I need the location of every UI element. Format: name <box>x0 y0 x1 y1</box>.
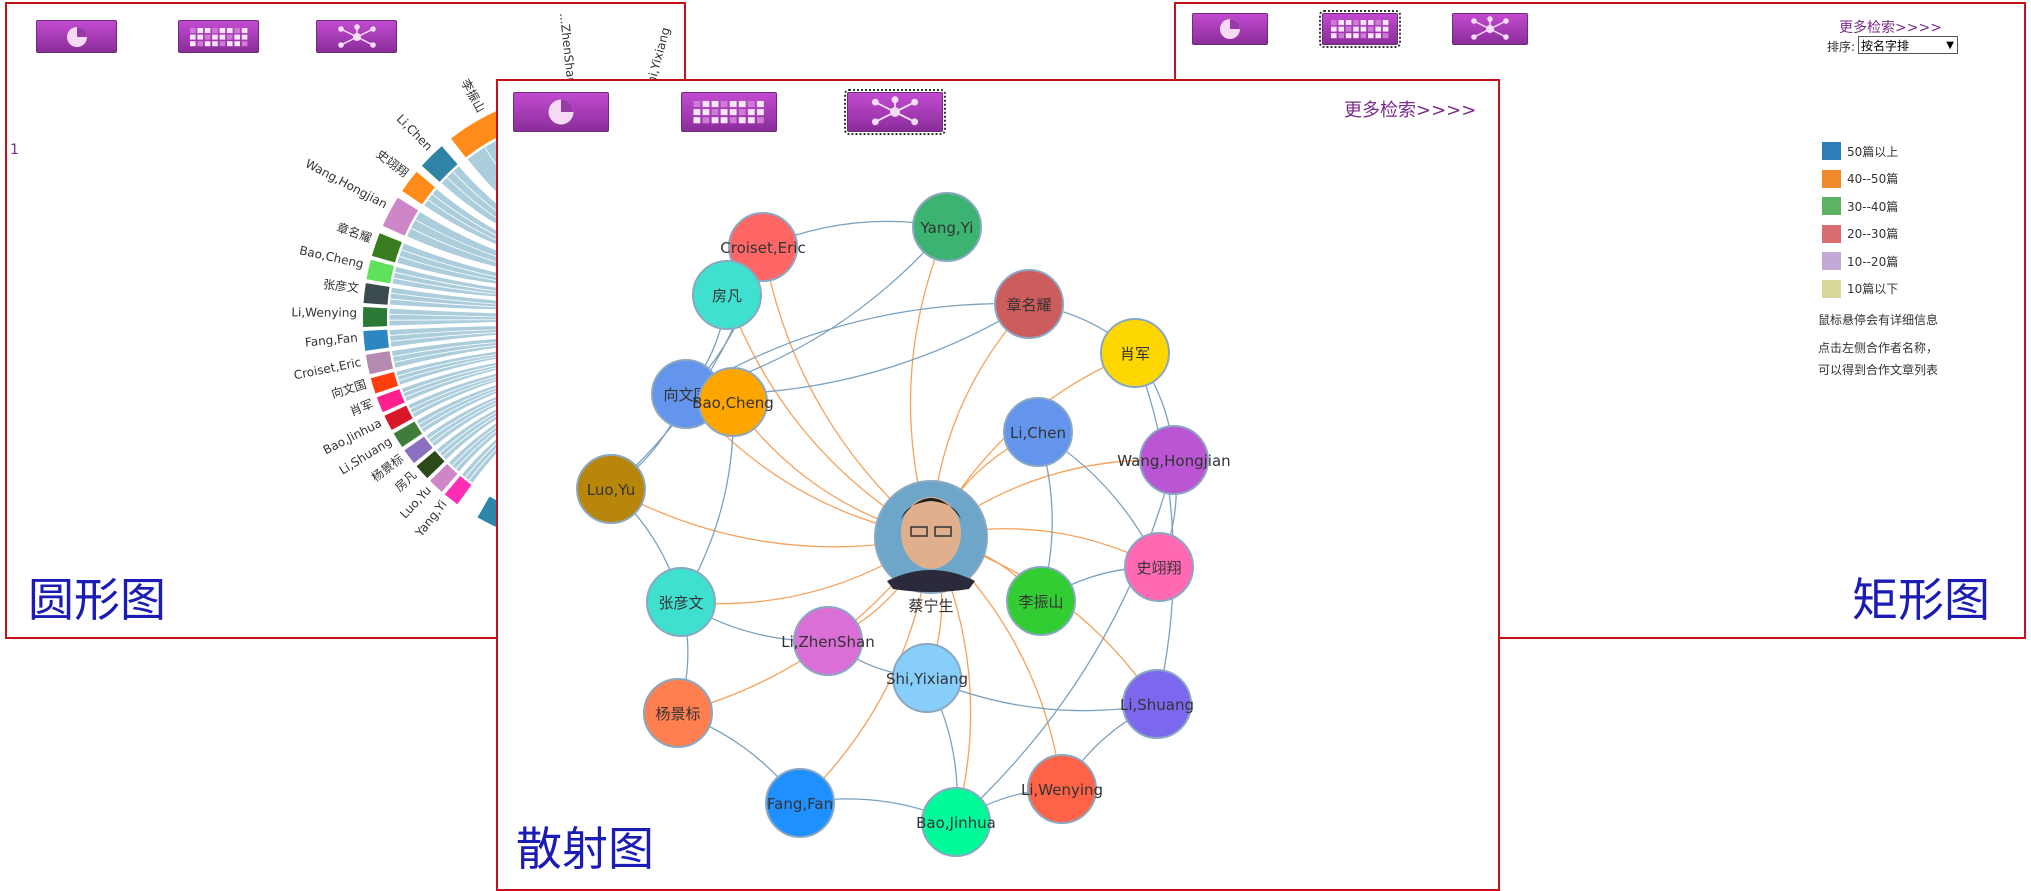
legend-label: 50篇以上 <box>1847 144 1899 159</box>
legend-label: 10篇以下 <box>1847 282 1899 296</box>
network-node-label: 房凡 <box>712 287 742 305</box>
network-node-label: 章名耀 <box>1006 296 1051 314</box>
chord-label[interactable]: 房凡 <box>391 467 419 494</box>
network-node-label: 肖军 <box>1120 345 1150 363</box>
legend-swatch <box>1822 224 1841 243</box>
network-node-label: 杨景标 <box>655 705 700 723</box>
legend-label: 40--50篇 <box>1847 172 1899 186</box>
legend-label: 30--40篇 <box>1847 199 1899 214</box>
chord-segment[interactable] <box>371 233 402 263</box>
network-node[interactable]: 李振山 <box>1006 566 1076 636</box>
chord-label[interactable]: Li,Chen <box>394 112 435 154</box>
matrix-caption: 矩形图 <box>1852 573 1990 627</box>
legend-item: 30--40篇 <box>1822 197 1898 215</box>
network-node[interactable]: Luo,Yu <box>576 454 646 524</box>
network-node-label: Wang,Hongjian <box>1117 452 1230 470</box>
scatter-caption: 散射图 <box>516 822 654 876</box>
network-node[interactable]: 房凡 <box>692 260 762 330</box>
network-node-label: 史翊翔 <box>1136 559 1181 577</box>
network-node-label: Fang,Fan <box>767 795 833 813</box>
chord-label[interactable]: Fang,Fan <box>304 331 358 350</box>
network-node[interactable]: Li,ZhenShan <box>781 606 875 676</box>
network-node-label: Bao,Cheng <box>692 394 774 412</box>
chord-label[interactable]: 肖军 <box>348 397 376 419</box>
chord-label[interactable]: 张彦文 <box>322 276 359 295</box>
legend-swatch <box>1822 197 1841 215</box>
hover-hint: 鼠标悬停会有详细信息 <box>1818 313 1939 327</box>
network-node[interactable]: Li,Wenying <box>1021 754 1103 824</box>
network-node[interactable]: Wang,Hongjian <box>1117 425 1231 495</box>
legend-swatch <box>1822 142 1841 160</box>
chord-label[interactable]: Bao,Cheng <box>298 243 365 271</box>
network-node[interactable]: 章名耀 <box>994 269 1064 339</box>
chord-label[interactable]: Croiset,Eric <box>293 355 363 382</box>
chord-caption: 圆形图 <box>28 573 166 627</box>
network-node[interactable]: 史翊翔 <box>1124 532 1194 602</box>
scatter-graph-panel: 更多检索>>>> Croiset,Eric Yang,Yi 房凡 章名耀 肖军 向文国 Ba… <box>496 79 1500 891</box>
click-hint-2: 可以得到合作文章列表 <box>1818 363 1939 377</box>
network-node[interactable]: Li,Shuang <box>1120 669 1194 739</box>
network-node[interactable]: 杨景标 <box>643 678 713 748</box>
chord-label[interactable]: 李振山 <box>458 76 489 115</box>
network-node-label: 张彦文 <box>658 594 703 612</box>
legend-swatch <box>1822 252 1841 270</box>
chord-segment[interactable] <box>363 283 390 305</box>
network-node-label: Li,ZhenShan <box>781 633 875 651</box>
network-node-label: Li,Wenying <box>1021 781 1103 799</box>
legend-label: 20--30篇 <box>1847 227 1899 241</box>
chord-segment[interactable] <box>363 329 389 351</box>
chord-label[interactable]: 章名耀 <box>335 219 374 245</box>
scatter-network: Croiset,EricYang,Yi房凡 章名耀肖军向文国Bao,ChengLi… <box>576 192 1231 857</box>
chord-label[interactable]: Li,Wenying <box>291 305 357 320</box>
network-node-label: Bao,Jinhua <box>916 814 996 832</box>
chord-segment[interactable] <box>366 259 394 284</box>
network-node[interactable]: Li,Chen <box>1003 397 1073 467</box>
network-edge <box>1134 352 1175 705</box>
network-node-label: Croiset,Eric <box>720 239 805 257</box>
network-node-label: 李振山 <box>1018 593 1063 611</box>
network-node-label: Luo,Yu <box>587 481 636 499</box>
chord-segment[interactable] <box>365 351 394 375</box>
network-node-label: Li,Chen <box>1010 424 1066 442</box>
center-author-label: 蔡宁生 <box>908 597 953 615</box>
legend-item: 40--50篇 <box>1822 169 1899 188</box>
legend-label: 10--20篇 <box>1847 254 1899 269</box>
chord-segment[interactable] <box>363 307 388 327</box>
chord-label[interactable]: ...ZhenShan <box>557 12 578 86</box>
network-node-label: Yang,Yi <box>920 219 974 237</box>
chord-segment[interactable] <box>370 372 399 394</box>
chord-label[interactable]: 史翊翔 <box>374 146 412 180</box>
network-node-label: Li,Shuang <box>1120 696 1194 714</box>
legend-item: 10--20篇 <box>1822 252 1898 270</box>
network-node[interactable]: Yang,Yi <box>912 192 982 262</box>
network-node[interactable]: Shi,Yixiang <box>886 643 968 713</box>
network-node[interactable]: Bao,Jinhua <box>916 787 996 857</box>
legend-item: 50篇以上 <box>1822 142 1898 160</box>
chord-label[interactable]: 向文国 <box>329 376 368 401</box>
network-node[interactable]: 肖军 <box>1100 318 1170 388</box>
network-node-label: Shi,Yixiang <box>886 670 968 688</box>
legend-item: 20--30篇 <box>1822 224 1899 243</box>
chord-label[interactable]: Wang,Hongjian <box>303 156 390 211</box>
network-node[interactable]: Fang,Fan <box>765 768 835 838</box>
legend-swatch <box>1822 279 1841 298</box>
legend-item: 10篇以下 <box>1822 279 1899 298</box>
legend-swatch <box>1822 169 1841 188</box>
click-hint: 点击左侧合作者名称， <box>1818 341 1939 355</box>
network-node[interactable]: 张彦文 <box>646 567 716 637</box>
